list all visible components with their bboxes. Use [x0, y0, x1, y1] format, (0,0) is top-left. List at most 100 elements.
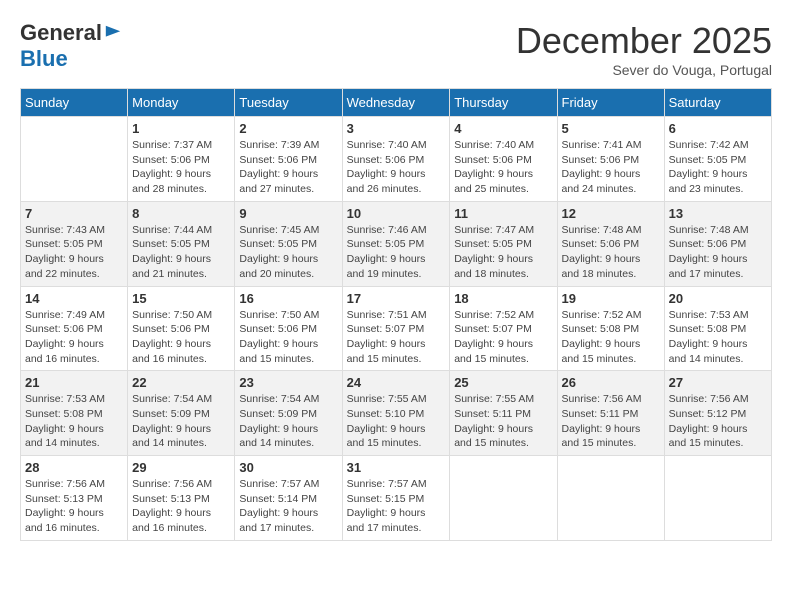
day-number: 16	[239, 291, 337, 306]
calendar-cell: 5 Sunrise: 7:41 AMSunset: 5:06 PMDaylight…	[557, 117, 664, 202]
day-info: Sunrise: 7:48 AMSunset: 5:06 PMDaylight:…	[562, 223, 660, 282]
day-info: Sunrise: 7:48 AMSunset: 5:06 PMDaylight:…	[669, 223, 767, 282]
day-number: 8	[132, 206, 230, 221]
day-info: Sunrise: 7:54 AMSunset: 5:09 PMDaylight:…	[239, 392, 337, 451]
day-number: 3	[347, 121, 446, 136]
day-info: Sunrise: 7:55 AMSunset: 5:10 PMDaylight:…	[347, 392, 446, 451]
day-number: 23	[239, 375, 337, 390]
day-number: 25	[454, 375, 552, 390]
day-info: Sunrise: 7:47 AMSunset: 5:05 PMDaylight:…	[454, 223, 552, 282]
calendar-cell: 22 Sunrise: 7:54 AMSunset: 5:09 PMDayligh…	[128, 371, 235, 456]
logo-flag-icon	[104, 24, 122, 42]
day-number: 18	[454, 291, 552, 306]
calendar-cell: 28 Sunrise: 7:56 AMSunset: 5:13 PMDayligh…	[21, 456, 128, 541]
calendar-cell: 12 Sunrise: 7:48 AMSunset: 5:06 PMDayligh…	[557, 201, 664, 286]
day-number: 21	[25, 375, 123, 390]
day-info: Sunrise: 7:56 AMSunset: 5:13 PMDaylight:…	[25, 477, 123, 536]
calendar-cell: 24 Sunrise: 7:55 AMSunset: 5:10 PMDayligh…	[342, 371, 450, 456]
logo: General Blue	[20, 20, 122, 72]
calendar-table: Sunday Monday Tuesday Wednesday Thursday…	[20, 88, 772, 541]
calendar-cell: 27Sunrise: 7:56 AMSunset: 5:12 PMDayligh…	[664, 371, 771, 456]
header-friday: Friday	[557, 89, 664, 117]
day-number: 24	[347, 375, 446, 390]
header-wednesday: Wednesday	[342, 89, 450, 117]
day-info: Sunrise: 7:51 AMSunset: 5:07 PMDaylight:…	[347, 308, 446, 367]
day-number: 30	[239, 460, 337, 475]
calendar-cell: 14 Sunrise: 7:49 AMSunset: 5:06 PMDayligh…	[21, 286, 128, 371]
day-number: 13	[669, 206, 767, 221]
day-info: Sunrise: 7:40 AMSunset: 5:06 PMDaylight:…	[454, 138, 552, 197]
header-tuesday: Tuesday	[235, 89, 342, 117]
day-number: 26	[562, 375, 660, 390]
calendar-cell: 26Sunrise: 7:56 AMSunset: 5:11 PMDayligh…	[557, 371, 664, 456]
day-info: Sunrise: 7:52 AMSunset: 5:07 PMDaylight:…	[454, 308, 552, 367]
day-number: 22	[132, 375, 230, 390]
calendar-cell	[664, 456, 771, 541]
calendar-cell: 7 Sunrise: 7:43 AMSunset: 5:05 PMDaylight…	[21, 201, 128, 286]
calendar-week-2: 7 Sunrise: 7:43 AMSunset: 5:05 PMDaylight…	[21, 201, 772, 286]
day-info: Sunrise: 7:54 AMSunset: 5:09 PMDaylight:…	[132, 392, 230, 451]
day-number: 12	[562, 206, 660, 221]
calendar-cell: 9Sunrise: 7:45 AMSunset: 5:05 PMDaylight…	[235, 201, 342, 286]
day-info: Sunrise: 7:42 AMSunset: 5:05 PMDaylight:…	[669, 138, 767, 197]
day-number: 7	[25, 206, 123, 221]
calendar-cell	[557, 456, 664, 541]
calendar-cell: 1Sunrise: 7:37 AMSunset: 5:06 PMDaylight…	[128, 117, 235, 202]
day-number: 31	[347, 460, 446, 475]
calendar-cell: 11 Sunrise: 7:47 AMSunset: 5:05 PMDayligh…	[450, 201, 557, 286]
calendar-cell: 19Sunrise: 7:52 AMSunset: 5:08 PMDayligh…	[557, 286, 664, 371]
day-number: 29	[132, 460, 230, 475]
header-sunday: Sunday	[21, 89, 128, 117]
calendar-cell: 18 Sunrise: 7:52 AMSunset: 5:07 PMDayligh…	[450, 286, 557, 371]
calendar-week-3: 14 Sunrise: 7:49 AMSunset: 5:06 PMDayligh…	[21, 286, 772, 371]
day-info: Sunrise: 7:41 AMSunset: 5:06 PMDaylight:…	[562, 138, 660, 197]
day-number: 28	[25, 460, 123, 475]
day-info: Sunrise: 7:49 AMSunset: 5:06 PMDaylight:…	[25, 308, 123, 367]
day-info: Sunrise: 7:50 AMSunset: 5:06 PMDaylight:…	[239, 308, 337, 367]
page-header: General Blue December 2025 Sever do Voug…	[20, 20, 772, 78]
calendar-cell: 16 Sunrise: 7:50 AMSunset: 5:06 PMDayligh…	[235, 286, 342, 371]
day-number: 17	[347, 291, 446, 306]
calendar-cell	[450, 456, 557, 541]
day-info: Sunrise: 7:46 AMSunset: 5:05 PMDaylight:…	[347, 223, 446, 282]
day-number: 10	[347, 206, 446, 221]
calendar-cell: 3Sunrise: 7:40 AMSunset: 5:06 PMDaylight…	[342, 117, 450, 202]
calendar-cell: 6Sunrise: 7:42 AMSunset: 5:05 PMDaylight…	[664, 117, 771, 202]
header-saturday: Saturday	[664, 89, 771, 117]
calendar-cell: 8 Sunrise: 7:44 AMSunset: 5:05 PMDaylight…	[128, 201, 235, 286]
calendar-cell: 20 Sunrise: 7:53 AMSunset: 5:08 PMDayligh…	[664, 286, 771, 371]
day-info: Sunrise: 7:53 AMSunset: 5:08 PMDaylight:…	[669, 308, 767, 367]
logo-blue-text: Blue	[20, 46, 68, 72]
month-title: December 2025	[516, 20, 772, 62]
logo-general-text: General	[20, 20, 102, 46]
day-number: 4	[454, 121, 552, 136]
day-number: 15	[132, 291, 230, 306]
calendar-cell: 29Sunrise: 7:56 AMSunset: 5:13 PMDayligh…	[128, 456, 235, 541]
day-info: Sunrise: 7:37 AMSunset: 5:06 PMDaylight:…	[132, 138, 230, 197]
calendar-cell: 30Sunrise: 7:57 AMSunset: 5:14 PMDayligh…	[235, 456, 342, 541]
calendar-week-4: 21 Sunrise: 7:53 AMSunset: 5:08 PMDayligh…	[21, 371, 772, 456]
day-info: Sunrise: 7:44 AMSunset: 5:05 PMDaylight:…	[132, 223, 230, 282]
location-subtitle: Sever do Vouga, Portugal	[516, 62, 772, 78]
calendar-cell	[21, 117, 128, 202]
calendar-week-1: 1Sunrise: 7:37 AMSunset: 5:06 PMDaylight…	[21, 117, 772, 202]
header-monday: Monday	[128, 89, 235, 117]
day-info: Sunrise: 7:55 AMSunset: 5:11 PMDaylight:…	[454, 392, 552, 451]
day-info: Sunrise: 7:57 AMSunset: 5:15 PMDaylight:…	[347, 477, 446, 536]
day-number: 9	[239, 206, 337, 221]
day-info: Sunrise: 7:53 AMSunset: 5:08 PMDaylight:…	[25, 392, 123, 451]
day-number: 14	[25, 291, 123, 306]
day-info: Sunrise: 7:43 AMSunset: 5:05 PMDaylight:…	[25, 223, 123, 282]
day-info: Sunrise: 7:39 AMSunset: 5:06 PMDaylight:…	[239, 138, 337, 197]
day-number: 20	[669, 291, 767, 306]
calendar-cell: 31 Sunrise: 7:57 AMSunset: 5:15 PMDayligh…	[342, 456, 450, 541]
day-number: 5	[562, 121, 660, 136]
title-block: December 2025 Sever do Vouga, Portugal	[516, 20, 772, 78]
calendar-header-row: Sunday Monday Tuesday Wednesday Thursday…	[21, 89, 772, 117]
header-thursday: Thursday	[450, 89, 557, 117]
day-number: 11	[454, 206, 552, 221]
calendar-cell: 13 Sunrise: 7:48 AMSunset: 5:06 PMDayligh…	[664, 201, 771, 286]
calendar-cell: 10 Sunrise: 7:46 AMSunset: 5:05 PMDayligh…	[342, 201, 450, 286]
day-info: Sunrise: 7:50 AMSunset: 5:06 PMDaylight:…	[132, 308, 230, 367]
calendar-cell: 4 Sunrise: 7:40 AMSunset: 5:06 PMDaylight…	[450, 117, 557, 202]
